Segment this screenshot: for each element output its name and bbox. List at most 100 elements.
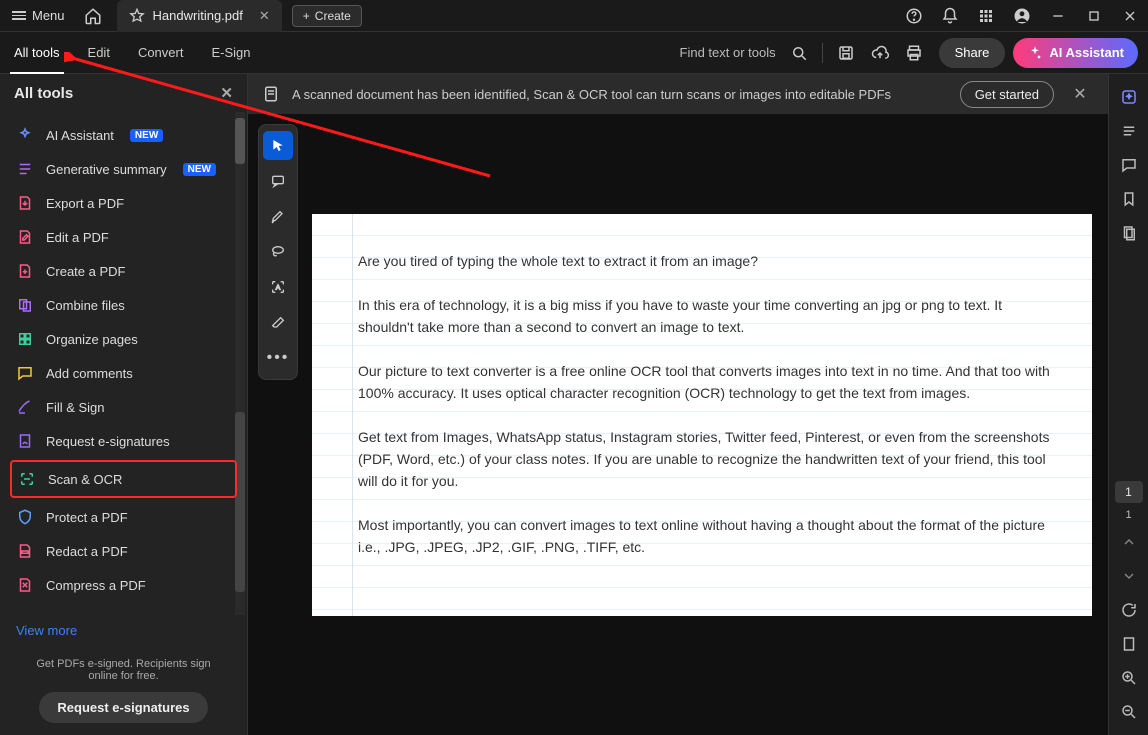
lasso-icon [270,244,286,260]
sidebar-item-add-comments[interactable]: Add comments [0,356,247,390]
tool-icon [16,296,34,314]
print-button[interactable] [897,36,931,70]
save-button[interactable] [829,36,863,70]
tab-convert[interactable]: Convert [124,32,198,74]
sidebar-item-scan-ocr[interactable]: Scan & OCR [10,460,237,498]
sidebar-item-generative-summary[interactable]: Generative summaryNEW [0,152,247,186]
upload-button[interactable] [863,36,897,70]
tab-all-tools[interactable]: All tools [0,32,74,74]
sidebar-item-ai-assistant[interactable]: AI AssistantNEW [0,118,247,152]
thumbnails-panel-button[interactable] [1114,218,1144,248]
home-button[interactable] [77,0,109,32]
sidebar-item-request-e-signatures[interactable]: Request e-signatures [0,424,247,458]
request-signatures-button[interactable]: Request e-signatures [39,692,207,723]
zoom-in-button[interactable] [1114,663,1144,693]
sidebar-item-redact-a-pdf[interactable]: Redact a PDF [0,534,247,568]
menu-label: Menu [32,8,65,23]
zoom-out-button[interactable] [1114,697,1144,727]
page-up-button[interactable] [1114,527,1144,557]
highlight-tool[interactable] [263,202,293,231]
erase-tool[interactable] [263,308,293,337]
tab-esign[interactable]: E-Sign [197,32,264,74]
tools-sidebar: All tools ✕ AI AssistantNEWGenerative su… [0,74,248,735]
sidebar-item-edit-a-pdf[interactable]: Edit a PDF [0,220,247,254]
comments-panel-button[interactable] [1114,150,1144,180]
eraser-icon [270,315,286,331]
notifications-button[interactable] [932,0,968,32]
comment-tool[interactable] [263,166,293,195]
document-area: A scanned document has been identified, … [248,74,1108,735]
svg-text:A: A [276,285,281,292]
tool-icon [16,228,34,246]
ai-panel-button[interactable] [1114,82,1144,112]
rotate-icon [1120,601,1138,619]
ai-label: AI Assistant [1049,45,1124,60]
more-tools[interactable]: ••• [263,344,293,373]
banner-close-button[interactable]: ✕ [1066,84,1094,104]
sidebar-item-export-a-pdf[interactable]: Export a PDF [0,186,247,220]
tab-edit[interactable]: Edit [74,32,124,74]
sidebar-item-label: Protect a PDF [46,510,128,525]
maximize-button[interactable] [1076,0,1112,32]
req-label: Request e-signatures [57,700,189,715]
bookmark-icon [1120,190,1138,208]
ai-assistant-button[interactable]: AI Assistant [1013,38,1138,68]
fit-page-icon [1120,635,1138,653]
menu-button[interactable]: Menu [0,0,77,31]
create-button[interactable]: + Create [292,5,362,27]
tab-close-button[interactable]: ✕ [259,8,270,24]
account-button[interactable] [1004,0,1040,32]
apps-button[interactable] [968,0,1004,32]
current-page: 1 [1125,485,1132,499]
close-window-button[interactable] [1112,0,1148,32]
search-button[interactable] [782,36,816,70]
tool-icon [16,432,34,450]
minimize-icon [1050,8,1066,24]
sidebar-item-compress-a-pdf[interactable]: Compress a PDF [0,568,247,602]
page-down-button[interactable] [1114,561,1144,591]
plus-icon: + [303,9,310,23]
document-tab[interactable]: Handwriting.pdf ✕ [117,0,282,32]
tab-label: All tools [14,45,60,60]
home-icon [84,7,102,25]
draw-tool[interactable] [263,237,293,266]
rotate-button[interactable] [1114,595,1144,625]
tool-icon [16,160,34,178]
share-button[interactable]: Share [939,38,1006,68]
sidebar-item-protect-a-pdf[interactable]: Protect a PDF [0,500,247,534]
sidebar-item-create-a-pdf[interactable]: Create a PDF [0,254,247,288]
view-more-label: View more [16,623,77,638]
tool-icon [16,126,34,144]
bookmarks-panel-button[interactable] [1114,184,1144,214]
minimize-button[interactable] [1040,0,1076,32]
select-tool[interactable] [263,131,293,160]
vertical-toolbar: A ••• [258,124,298,380]
find-label: Find text or tools [680,45,776,60]
star-icon [129,8,145,24]
tool-icon [18,470,36,488]
page-total: 1 [1125,507,1131,523]
main-toolbar: All tools Edit Convert E-Sign Find text … [0,32,1148,74]
sidebar-item-label: Redact a PDF [46,544,128,559]
tool-icon [16,194,34,212]
page-viewport[interactable]: Are you tired of typing the whole text t… [298,114,1108,735]
sidebar-item-combine-files[interactable]: Combine files [0,288,247,322]
text-tool[interactable]: A [263,273,293,302]
sidebar-item-fill-sign[interactable]: Fill & Sign [0,390,247,424]
page-indicator[interactable]: 1 [1115,481,1143,503]
tool-icon [16,576,34,594]
banner-text: A scanned document has been identified, … [292,87,891,102]
view-more-link[interactable]: View more [0,615,247,646]
summary-panel-button[interactable] [1114,116,1144,146]
sidebar-close-button[interactable]: ✕ [220,84,233,102]
lines-icon [1120,122,1138,140]
sidebar-item-organize-pages[interactable]: Organize pages [0,322,247,356]
help-button[interactable] [896,0,932,32]
footer-line: Get PDFs e-signed. Recipients sign [18,658,229,670]
cloud-upload-icon [871,44,889,62]
get-started-button[interactable]: Get started [960,81,1054,108]
zoom-in-icon [1120,669,1138,687]
chevron-up-icon [1121,534,1137,550]
fit-page-button[interactable] [1114,629,1144,659]
handwriting-line: Are you tired of typing the whole text t… [358,250,1056,272]
